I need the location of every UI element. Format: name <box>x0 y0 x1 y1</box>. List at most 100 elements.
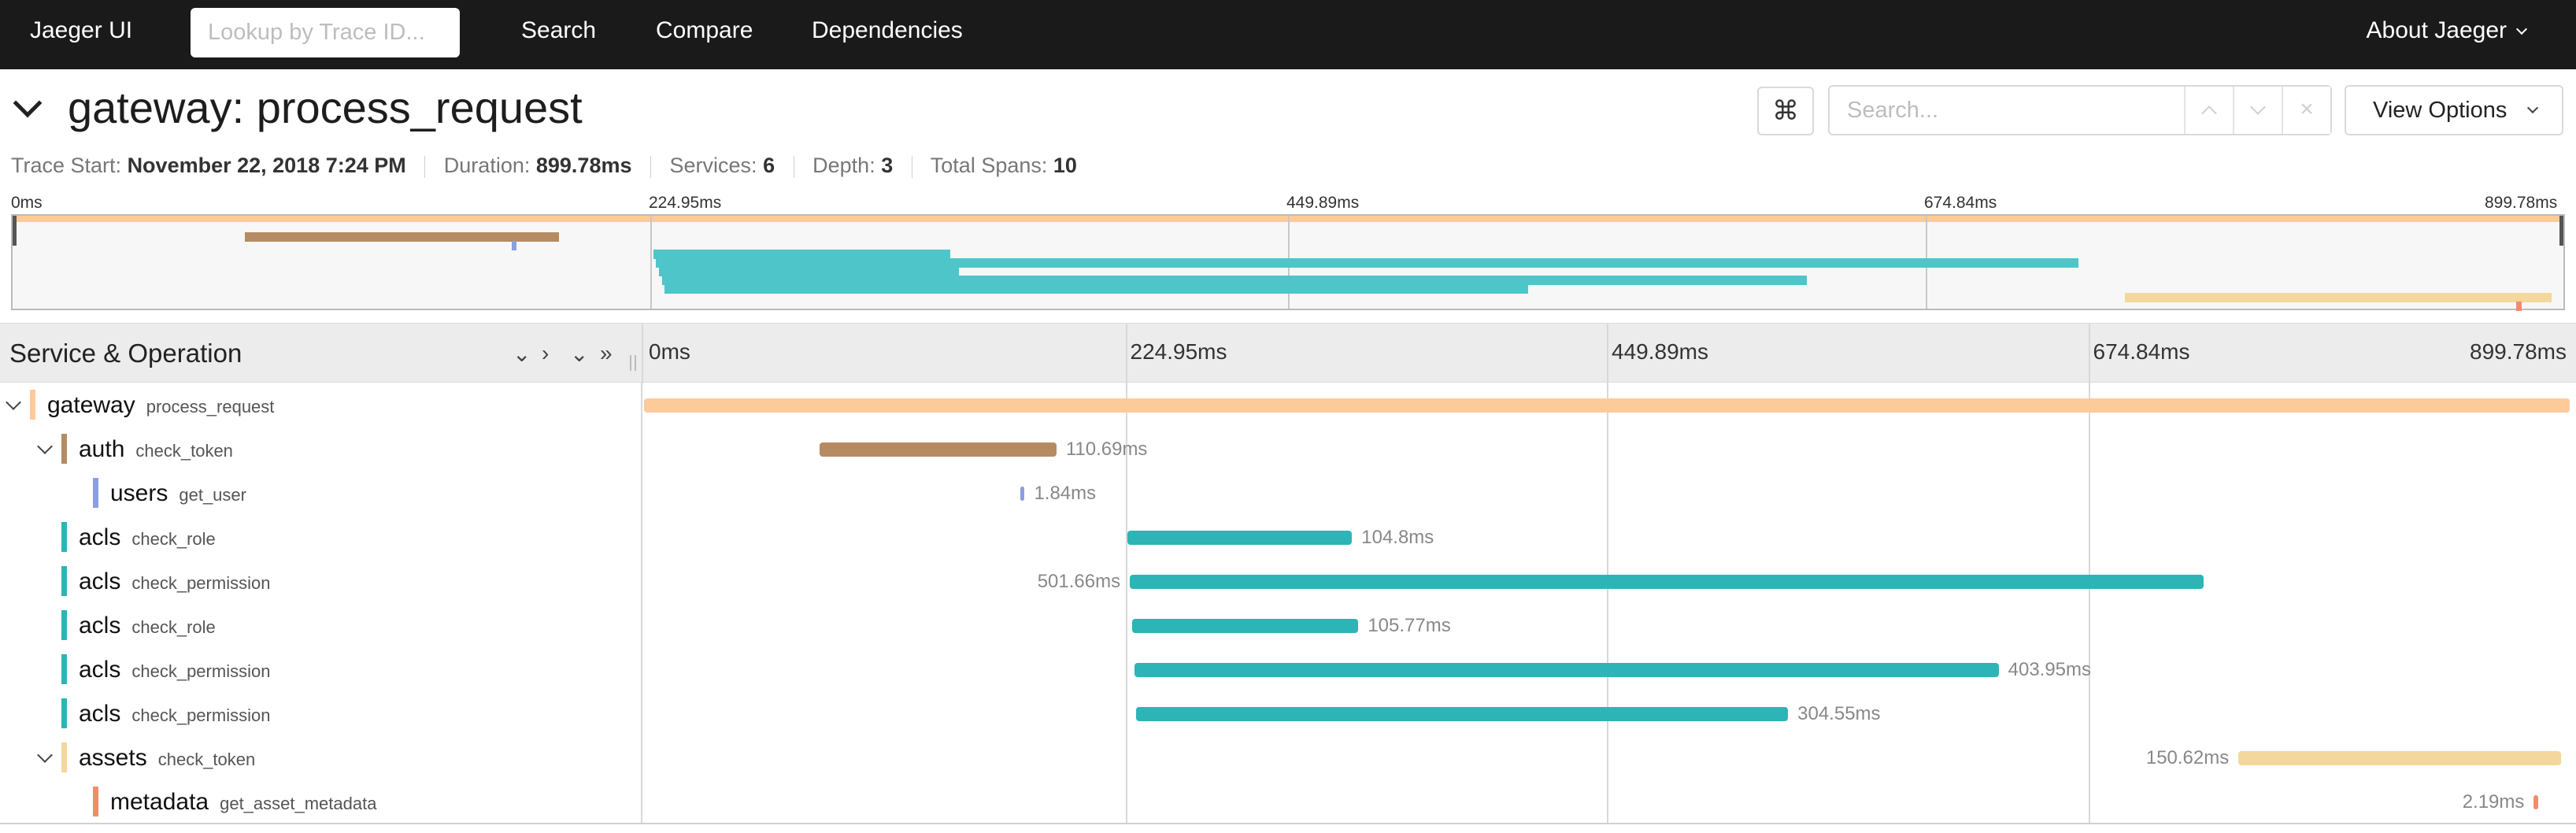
service-name: gateway <box>47 392 135 418</box>
nav-compare-link[interactable]: Compare <box>656 17 753 44</box>
span-duration-label: 501.66ms <box>1037 571 1121 592</box>
expand-one-icon[interactable]: › <box>542 341 549 366</box>
timeline-gridline <box>2088 324 2090 383</box>
span-service-name: acls check_permission <box>79 568 270 595</box>
operation-name: check_token <box>157 750 256 769</box>
service-color-marker <box>61 742 67 772</box>
span-name-cell[interactable]: acls check_permission <box>0 647 642 691</box>
span-duration-label: 304.55ms <box>1797 703 1881 724</box>
span-name-cell[interactable]: gateway process_request <box>0 383 642 427</box>
prev-result-button[interactable] <box>2184 87 2233 134</box>
depth-label: Depth: <box>812 154 875 177</box>
span-duration-label: 104.8ms <box>1361 527 1434 548</box>
span-bar[interactable] <box>1131 619 1359 633</box>
span-name-cell[interactable]: assets check_token <box>0 735 642 779</box>
span-row[interactable]: acls check_role 104.8ms <box>0 515 2576 559</box>
timeline-gridline <box>1125 735 1127 779</box>
service-name: assets <box>79 745 147 771</box>
span-bar[interactable] <box>1136 707 1789 721</box>
minimap-tick-label: 449.89ms <box>1286 194 1360 212</box>
minimap-tick-label: 899.78ms <box>2485 194 2558 212</box>
collapse-trace-chevron-icon[interactable] <box>13 88 43 118</box>
view-options-dropdown[interactable]: View Options <box>2345 85 2563 135</box>
clear-search-button[interactable]: × <box>2282 87 2330 134</box>
span-bar[interactable] <box>2238 751 2561 765</box>
about-jaeger-menu[interactable]: About Jaeger <box>2367 17 2528 44</box>
chevron-down-icon[interactable] <box>6 394 21 410</box>
timeline-gridline <box>2088 471 2090 515</box>
minimap-left-handle[interactable] <box>13 216 17 246</box>
span-name-cell[interactable]: acls check_role <box>0 515 642 559</box>
span-row[interactable]: assets check_token 150.62ms <box>0 735 2576 779</box>
span-service-name: acls check_role <box>79 613 216 639</box>
span-row[interactable]: acls check_role 105.77ms <box>0 603 2576 647</box>
span-row[interactable]: users get_user 1.84ms <box>0 471 2576 515</box>
span-row[interactable]: acls check_permission 304.55ms <box>0 691 2576 735</box>
span-name-cell[interactable]: auth check_token <box>0 427 642 471</box>
timeline-gridline <box>2088 691 2090 735</box>
trace-start-value: November 22, 2018 7:24 PM <box>127 154 406 177</box>
span-row[interactable]: metadata get_asset_metadata 2.19ms <box>0 779 2576 824</box>
trace-id-lookup-input[interactable] <box>191 8 460 57</box>
span-row[interactable]: auth check_token 110.69ms <box>0 427 2576 471</box>
span-row[interactable]: acls check_permission 403.95ms <box>0 647 2576 691</box>
collapse-one-icon[interactable]: ⌄ <box>513 341 531 367</box>
span-duration-label: 1.84ms <box>1034 483 1097 504</box>
expand-all-icon[interactable]: » <box>600 341 613 366</box>
next-result-button[interactable] <box>2233 87 2282 134</box>
duration-label: Duration: <box>443 154 531 177</box>
divider <box>424 155 426 178</box>
collapse-all-icon[interactable]: ⌄ <box>570 341 588 367</box>
span-row[interactable]: acls check_permission 501.66ms <box>0 559 2576 603</box>
minimap-right-handle[interactable] <box>2559 216 2563 246</box>
trace-search-input[interactable] <box>1830 87 2184 134</box>
span-name-cell[interactable]: acls check_permission <box>0 691 642 735</box>
minimap-span-bar <box>2124 293 2552 302</box>
span-bar[interactable] <box>819 442 1057 457</box>
total-spans-label: Total Spans: <box>930 154 1048 177</box>
nav-dependencies-link[interactable]: Dependencies <box>812 17 963 44</box>
timeline-gridline <box>1607 324 1608 383</box>
service-name: acls <box>79 568 121 594</box>
span-bar[interactable] <box>1130 575 2204 589</box>
operation-name: check_permission <box>131 573 271 593</box>
span-duration-label: 403.95ms <box>2008 659 2092 680</box>
span-name-cell[interactable]: metadata get_asset_metadata <box>0 779 642 824</box>
timeline-gridline <box>1125 559 1127 603</box>
chevron-up-icon <box>2201 106 2217 121</box>
minimap-tick-label: 674.84ms <box>1924 194 1997 212</box>
span-bar[interactable] <box>1020 487 1025 501</box>
span-name-cell[interactable]: acls check_role <box>0 603 642 647</box>
trace-title: gateway: process_request <box>68 83 583 132</box>
service-operation-title: Service & Operation <box>9 339 242 368</box>
span-row[interactable]: gateway process_request <box>0 383 2576 427</box>
timeline-tick-label: 674.84ms <box>2093 339 2190 364</box>
depth-value: 3 <box>881 154 894 177</box>
timeline-tick-label: 449.89ms <box>1612 339 1708 364</box>
operation-name: check_role <box>131 617 216 637</box>
minimap-gridline <box>650 216 652 309</box>
span-bar[interactable] <box>1127 531 1353 545</box>
chevron-down-icon[interactable] <box>37 747 53 763</box>
trace-start-label: Trace Start: <box>11 154 122 177</box>
span-name-cell[interactable]: acls check_permission <box>0 559 642 603</box>
timeline-tick-label: 899.78ms <box>2470 339 2567 364</box>
nav-search-link[interactable]: Search <box>521 17 596 44</box>
operation-name: check_token <box>135 441 233 461</box>
timeline-gridline <box>1607 471 1608 515</box>
trace-minimap[interactable] <box>11 214 2565 311</box>
service-color-marker <box>61 522 67 552</box>
chevron-down-icon[interactable] <box>37 439 53 454</box>
brand-link[interactable]: Jaeger UI <box>30 17 132 44</box>
top-nav: Jaeger UI Search Compare Dependencies Ab… <box>0 0 2576 69</box>
span-duration-label: 105.77ms <box>1368 615 1451 636</box>
column-resize-handle[interactable] <box>630 355 636 371</box>
span-bar[interactable] <box>1134 663 1999 677</box>
timeline-gridline <box>1607 427 1608 471</box>
timeline-tick-label: 224.95ms <box>1130 339 1227 364</box>
span-name-cell[interactable]: users get_user <box>0 471 642 515</box>
keyboard-shortcuts-button[interactable]: ⌘ <box>1757 87 1814 135</box>
span-duration-label: 2.19ms <box>2462 791 2525 813</box>
span-bar[interactable] <box>644 398 2570 413</box>
span-bar[interactable] <box>2533 795 2539 809</box>
